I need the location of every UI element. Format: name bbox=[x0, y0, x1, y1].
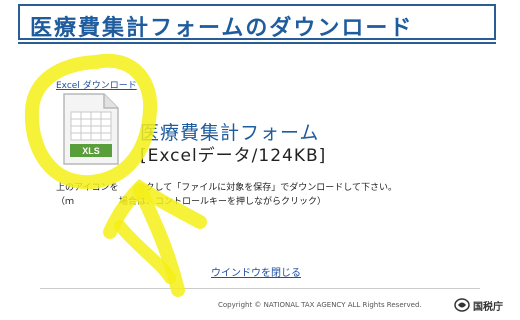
excel-file-icon[interactable]: XLS bbox=[62, 92, 120, 166]
xls-badge: XLS bbox=[82, 146, 100, 156]
page-title: 医療費集計フォームのダウンロード bbox=[30, 16, 414, 41]
page-header: 医療費集計フォームのダウンロード bbox=[18, 4, 496, 41]
excel-download-link[interactable]: Excel ダウンロード bbox=[56, 78, 137, 91]
agency-emblem-icon bbox=[454, 298, 470, 312]
annotation-stroke-left bbox=[114, 220, 176, 284]
download-instruction-note: （ｍ 場合は、コントロールキーを押しながらクリック） bbox=[56, 197, 327, 207]
excel-file-graphic: XLS bbox=[63, 93, 119, 165]
download-instruction: 上のアイコンを ックして「ファイルに対象を保存」でダウンロードして下さい。 bbox=[56, 183, 398, 193]
file-format-size: [Excelデータ/124KB] bbox=[140, 146, 327, 166]
copyright-text: Copyright © NATIONAL TAX AGENCY ALL Righ… bbox=[218, 301, 422, 309]
footer-rule bbox=[40, 288, 480, 289]
agency-name: 国税庁 bbox=[473, 301, 503, 313]
agency-logo: 国税庁 bbox=[454, 297, 514, 313]
header-rule bbox=[18, 42, 496, 44]
close-window-link[interactable]: ウインドウを閉じる bbox=[211, 264, 301, 279]
